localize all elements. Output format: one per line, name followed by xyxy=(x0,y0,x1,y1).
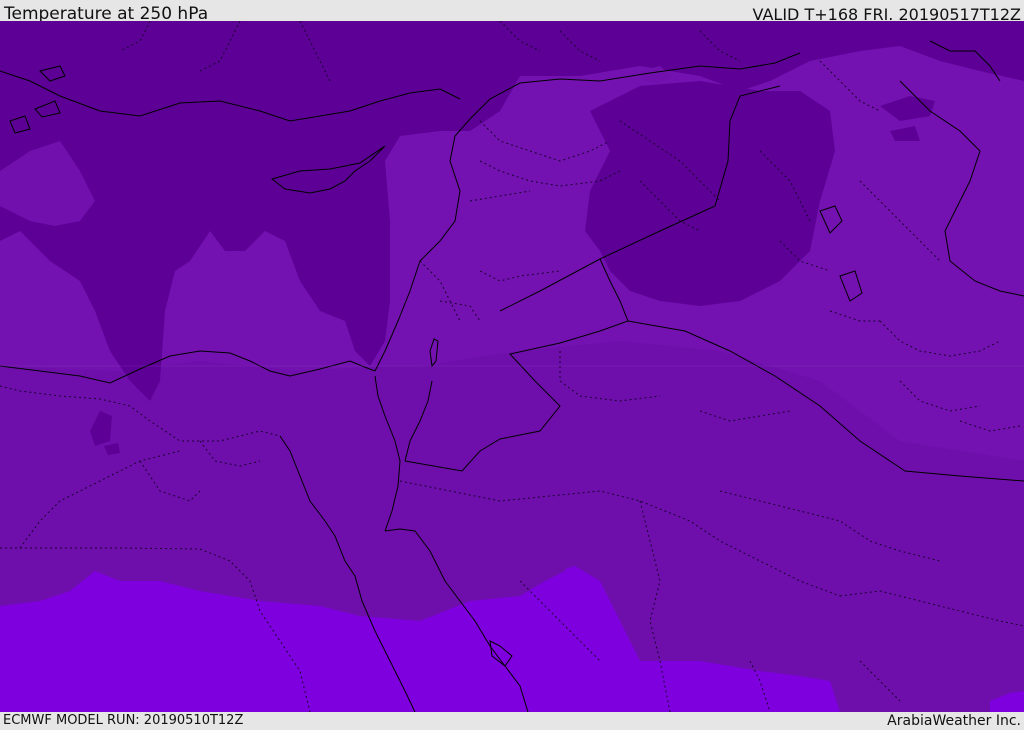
weather-map[interactable] xyxy=(0,21,1024,712)
temperature-patch-7 xyxy=(525,621,542,635)
model-run-label: ECMWF MODEL RUN: 20190510T12Z xyxy=(3,713,244,728)
map-canvas xyxy=(0,21,1024,712)
header-bar: Temperature at 250 hPa VALID T+168 FRI. … xyxy=(0,0,1024,24)
footer-bar: ECMWF MODEL RUN: 20190510T12Z ArabiaWeat… xyxy=(0,712,1024,729)
credit-label: ArabiaWeather Inc. xyxy=(887,713,1021,729)
